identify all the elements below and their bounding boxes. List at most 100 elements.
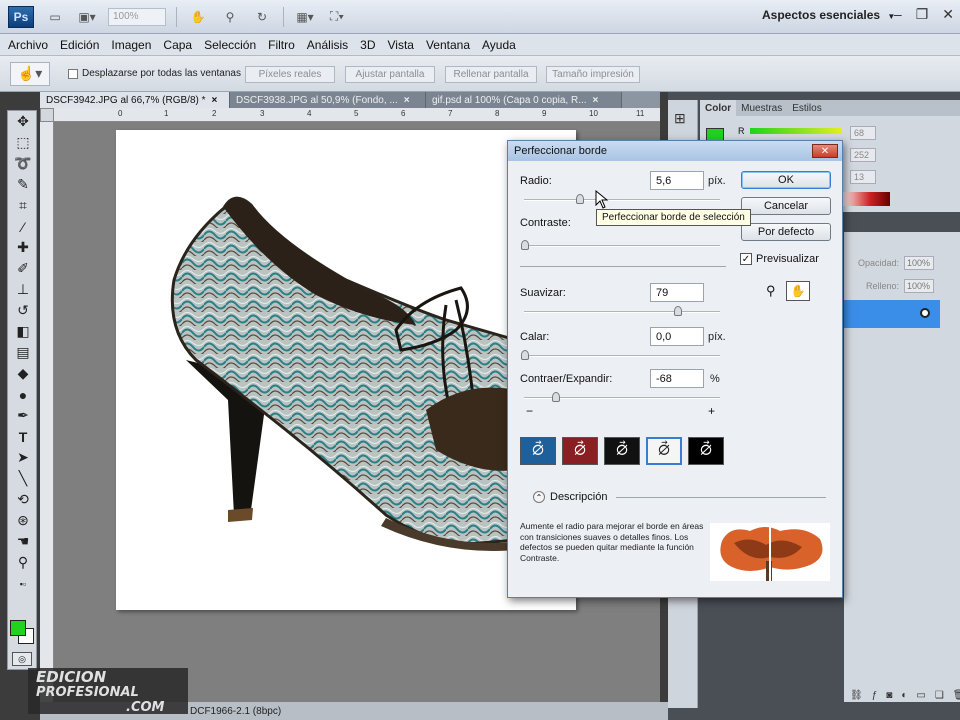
hand-tool-icon[interactable]: ✋ bbox=[786, 281, 810, 301]
horizontal-ruler[interactable]: 0 1 2 3 4 5 6 7 8 9 10 11 bbox=[54, 108, 660, 122]
history-panel-icon[interactable]: ⊞ bbox=[668, 100, 697, 137]
menu-imagen[interactable]: Imagen bbox=[111, 38, 151, 52]
radius-input[interactable]: 5,6 bbox=[650, 171, 704, 190]
fit-screen-button[interactable]: Ajustar pantalla bbox=[345, 66, 435, 83]
tab-dscf3942[interactable]: DSCF3942.JPG al 66,7% (RGB/8) * × bbox=[40, 92, 230, 108]
view-on-black-icon[interactable]: ⦳ bbox=[604, 437, 640, 465]
type-tool-icon[interactable]: T bbox=[8, 426, 38, 447]
menu-ayuda[interactable]: Ayuda bbox=[482, 38, 516, 52]
line-tool-icon[interactable]: ╲ bbox=[8, 468, 38, 489]
screen-mode-icon[interactable]: ⛶▾ bbox=[326, 7, 348, 27]
menu-edicion[interactable]: Edición bbox=[60, 38, 99, 52]
folder-icon[interactable]: ▭ bbox=[916, 690, 925, 704]
clone-stamp-tool-icon[interactable]: ⊥ bbox=[8, 279, 38, 300]
zoom-tool-icon[interactable]: ⚲ bbox=[8, 552, 38, 573]
feather-slider-thumb[interactable] bbox=[521, 350, 529, 360]
3d-orbit-tool-icon[interactable]: ⊛ bbox=[8, 510, 38, 531]
zoom-tool-icon[interactable]: ⚲ bbox=[219, 7, 241, 27]
eraser-tool-icon[interactable]: ◧ bbox=[8, 321, 38, 342]
preview-checkbox[interactable]: ✓ bbox=[740, 253, 752, 265]
menu-vista[interactable]: Vista bbox=[388, 38, 414, 52]
tab-gif-psd[interactable]: gif.psd al 100% (Capa 0 copia, R... × bbox=[426, 92, 622, 108]
red-value[interactable]: 68 bbox=[850, 126, 876, 140]
green-value[interactable]: 252 bbox=[850, 148, 876, 162]
menu-analisis[interactable]: Análisis bbox=[307, 38, 348, 52]
workspace-switcher[interactable]: Aspectos esenciales ▼ bbox=[762, 8, 895, 22]
pen-tool-icon[interactable]: ✒ bbox=[8, 405, 38, 426]
new-layer-icon[interactable]: ❏ bbox=[935, 690, 944, 704]
vertical-ruler[interactable] bbox=[40, 122, 54, 702]
mask-icon[interactable]: ◙ bbox=[886, 690, 892, 704]
adjustment-icon[interactable]: ◐ bbox=[901, 690, 907, 704]
menu-filtro[interactable]: Filtro bbox=[268, 38, 295, 52]
rotate-view-icon[interactable]: ↻ bbox=[251, 7, 273, 27]
feather-input[interactable]: 0,0 bbox=[650, 327, 704, 346]
close-icon[interactable]: ✕ bbox=[942, 6, 954, 23]
healing-brush-tool-icon[interactable]: ✚ bbox=[8, 237, 38, 258]
view-on-white-icon[interactable]: ⦳ bbox=[646, 437, 682, 465]
close-icon[interactable]: × bbox=[404, 95, 410, 106]
bridge-icon[interactable]: ▭ bbox=[44, 7, 66, 27]
blur-tool-icon[interactable]: ◆ bbox=[8, 363, 38, 384]
crop-tool-icon[interactable]: ⌗ bbox=[8, 195, 38, 216]
tab-color[interactable]: Color bbox=[700, 100, 737, 116]
default-button[interactable]: Por defecto bbox=[741, 223, 831, 241]
eyedropper-tool-icon[interactable]: ⁄ bbox=[8, 216, 38, 237]
hand-tool-icon[interactable]: ☚ bbox=[8, 531, 38, 552]
menu-ventana[interactable]: Ventana bbox=[426, 38, 470, 52]
smooth-input[interactable]: 79 bbox=[650, 283, 704, 302]
path-selection-tool-icon[interactable]: ➤ bbox=[8, 447, 38, 468]
history-brush-tool-icon[interactable]: ↺ bbox=[8, 300, 38, 321]
view-extras-icon[interactable]: ▣▾ bbox=[76, 7, 98, 27]
print-size-button[interactable]: Tamaño impresión bbox=[546, 66, 640, 83]
tab-dscf3938[interactable]: DSCF3938.JPG al 50,9% (Fondo, ... × bbox=[230, 92, 426, 108]
contrast-slider-track[interactable] bbox=[524, 245, 720, 247]
radius-slider-thumb[interactable] bbox=[576, 194, 584, 204]
quick-selection-tool-icon[interactable]: ✎ bbox=[8, 174, 38, 195]
view-mask-icon[interactable]: ⦳ bbox=[688, 437, 724, 465]
fill-screen-button[interactable]: Rellenar pantalla bbox=[445, 66, 537, 83]
link-icon[interactable]: ⛓ bbox=[850, 690, 863, 704]
ok-button[interactable]: OK bbox=[741, 171, 831, 189]
restore-icon[interactable]: ❐ bbox=[916, 6, 929, 23]
contrast-slider-thumb[interactable] bbox=[521, 240, 529, 250]
minimize-icon[interactable]: – bbox=[894, 6, 902, 23]
trash-icon[interactable]: 🗑 bbox=[953, 690, 960, 704]
dialog-title-bar[interactable]: Perfeccionar borde ✕ bbox=[508, 141, 842, 161]
menu-archivo[interactable]: Archivo bbox=[8, 38, 48, 52]
menu-seleccion[interactable]: Selección bbox=[204, 38, 256, 52]
arrange-documents-icon[interactable]: ▦▾ bbox=[294, 7, 316, 27]
menu-3d[interactable]: 3D bbox=[360, 38, 375, 52]
quick-mask-icon[interactable]: ◎ bbox=[12, 652, 32, 666]
actual-pixels-button[interactable]: Píxeles reales bbox=[245, 66, 335, 83]
close-icon[interactable]: × bbox=[593, 95, 599, 106]
chevron-up-icon[interactable]: ⌃ bbox=[533, 491, 545, 503]
fill-field[interactable]: 100% bbox=[904, 279, 934, 293]
move-tool-icon[interactable]: ✥ bbox=[8, 111, 38, 132]
view-standard-icon[interactable]: ⦳ bbox=[520, 437, 556, 465]
gradient-tool-icon[interactable]: ▤ bbox=[8, 342, 38, 363]
close-icon[interactable]: × bbox=[212, 95, 218, 106]
zoom-tool-icon[interactable]: ⚲ bbox=[766, 283, 776, 299]
default-colors-icon[interactable]: ▪▫ bbox=[8, 573, 38, 594]
tool-preset-picker[interactable]: ☝▾ bbox=[10, 61, 50, 86]
blue-value[interactable]: 13 bbox=[850, 170, 876, 184]
checkbox-box[interactable] bbox=[68, 68, 78, 79]
foreground-color-swatch[interactable] bbox=[10, 620, 26, 636]
tab-styles[interactable]: Estilos bbox=[787, 100, 826, 116]
fx-icon[interactable]: ƒ bbox=[872, 690, 878, 704]
view-quick-mask-icon[interactable]: ⦳ bbox=[562, 437, 598, 465]
contract-expand-slider-thumb[interactable] bbox=[552, 392, 560, 402]
close-icon[interactable]: ✕ bbox=[812, 144, 838, 158]
ruler-origin[interactable] bbox=[40, 108, 54, 122]
scroll-all-windows-checkbox[interactable]: Desplazarse por todas las ventanas bbox=[68, 68, 241, 79]
radius-slider-track[interactable] bbox=[524, 199, 720, 201]
red-channel-slider[interactable] bbox=[750, 128, 842, 134]
layer-row-selected[interactable] bbox=[844, 300, 940, 328]
brush-tool-icon[interactable]: ✐ bbox=[8, 258, 38, 279]
3d-rotate-tool-icon[interactable]: ⟲ bbox=[8, 489, 38, 510]
smooth-slider-thumb[interactable] bbox=[674, 306, 682, 316]
feather-slider-track[interactable] bbox=[524, 355, 720, 357]
color-spectrum[interactable] bbox=[840, 192, 890, 206]
dodge-tool-icon[interactable]: ● bbox=[8, 384, 38, 405]
